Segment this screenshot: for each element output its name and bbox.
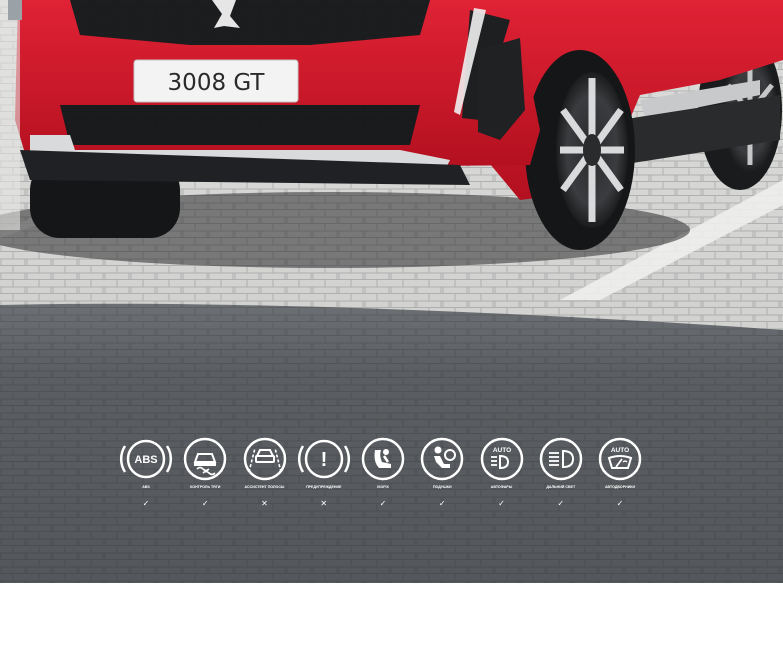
svg-text:AUTO: AUTO [492, 447, 510, 454]
svg-text:AUTO: AUTO [611, 447, 629, 454]
child-seat-icon [361, 437, 405, 481]
svg-text:!: ! [320, 449, 327, 471]
auto-wipers-icon: AUTO [598, 437, 642, 481]
feature-label: Isofix [377, 485, 389, 489]
availability-mark: ✓ [616, 499, 624, 508]
feature-auto-wipers: AUTO Автодворники ✓ [592, 436, 648, 516]
feature-label: ABS [142, 485, 150, 489]
feature-high-beam: Дальний свет ✓ [533, 436, 589, 516]
warning-icon: ! [297, 439, 350, 479]
page-bottom-whitespace [0, 583, 783, 662]
feature-label: Автофары [490, 485, 513, 489]
license-plate-text: 3008 GT [168, 70, 266, 96]
feature-traction-control: Контроль тяги ✓ [177, 436, 233, 516]
availability-mark: ✕ [261, 499, 268, 508]
abs-icon: ABS [120, 439, 172, 479]
availability-mark: ✓ [438, 499, 446, 508]
availability-mark: ✓ [498, 499, 505, 508]
availability-mark: ✓ [142, 499, 150, 508]
feature-label: Подушки [432, 485, 452, 489]
car-photo-scene: 3008 GT ABS ABS ✓ КОНТРОЛЬ ТЯГИ ✓ АССИСТ… [0, 0, 783, 583]
feature-lane-assist: Ассистент полосы ✕ [237, 436, 293, 516]
feature-child-seat: Isofix ✓ [355, 436, 411, 516]
feature-label: Дальний свет [546, 485, 576, 489]
auto-headlights-icon: AUTO [480, 437, 523, 481]
svg-text:ABS: ABS [134, 454, 157, 466]
feature-airbag: Подушки ✓ [414, 436, 470, 516]
feature-label: Ассистент полосы [244, 485, 285, 489]
feature-label: Предупреждение [306, 485, 342, 489]
availability-mark: ✕ [320, 499, 328, 508]
lane-assist-icon [243, 437, 286, 481]
feature-abs: ABS ABS ✓ [118, 436, 174, 516]
availability-mark: ✓ [557, 499, 565, 508]
safety-features-row: ABS ABS ✓ Контроль тяги ✓ [118, 436, 648, 516]
feature-label: Автодворники [604, 485, 636, 489]
feature-label: Контроль тяги [190, 485, 221, 489]
availability-mark: ✓ [201, 499, 209, 508]
high-beam-icon [539, 437, 582, 481]
availability-mark: ✓ [379, 499, 387, 508]
airbag-icon [421, 437, 464, 481]
feature-warning: ! Предупреждение ✕ [296, 436, 352, 516]
traction-control-icon [184, 437, 227, 481]
feature-auto-headlights: AUTO Автофары ✓ [474, 436, 530, 516]
